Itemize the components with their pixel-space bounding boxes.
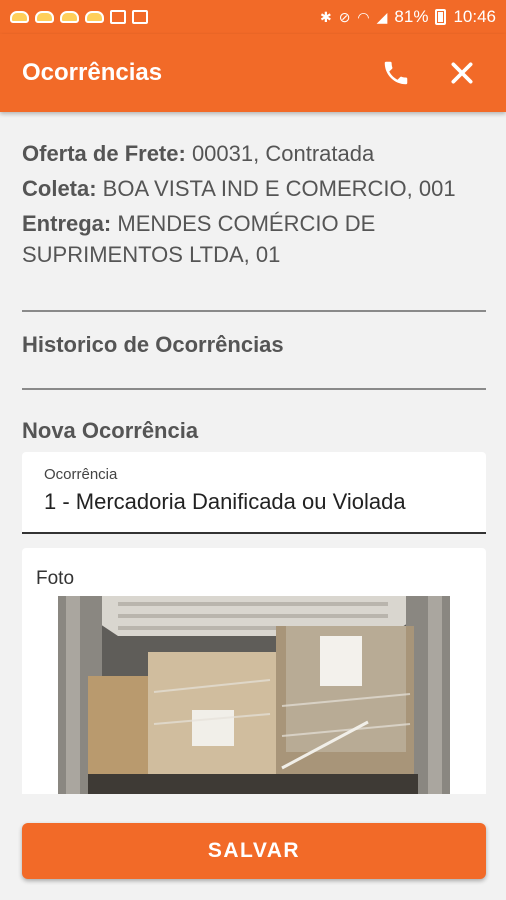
notification-icon — [85, 11, 104, 23]
page-title: Ocorrências — [22, 59, 163, 86]
cargo-photo-image — [58, 596, 450, 794]
new-occurrence-title: Nova Ocorrência — [22, 418, 199, 443]
close-icon — [451, 62, 473, 84]
bluetooth-icon: ✱ — [319, 8, 332, 25]
vibrate-icon: ⊘ — [338, 8, 351, 25]
image-icon — [110, 10, 126, 24]
divider — [22, 310, 486, 312]
offer-label: Oferta de Frete: — [22, 141, 186, 166]
occurrence-select[interactable]: Ocorrência 1 - Mercadoria Danificada ou … — [22, 452, 486, 534]
divider — [22, 388, 486, 390]
pickup-value: BOA VISTA IND E COMERCIO, 001 — [96, 176, 456, 201]
mail-icon — [132, 10, 148, 24]
delivery-line: Entrega: MENDES COMÉRCIO DE SUPRIMENTOS … — [22, 208, 486, 270]
call-button[interactable] — [374, 51, 418, 95]
battery-level: 81% — [394, 7, 429, 26]
occurrence-value[interactable]: 1 - Mercadoria Danificada ou Violada — [44, 489, 464, 515]
pickup-label: Coleta: — [22, 176, 97, 201]
notification-icons — [10, 10, 148, 24]
close-button[interactable] — [440, 51, 484, 95]
notification-icon — [35, 11, 54, 23]
battery-icon — [435, 9, 447, 25]
clock: 10:46 — [453, 7, 496, 26]
pickup-line: Coleta: BOA VISTA IND E COMERCIO, 001 — [22, 173, 486, 204]
wifi-icon: ◠ — [357, 8, 370, 25]
signal-icon: ◢ — [376, 8, 388, 25]
delivery-label: Entrega: — [22, 211, 112, 236]
occurrence-label: Ocorrência — [44, 466, 118, 483]
cargo-photo[interactable] — [58, 596, 450, 794]
photo-label: Foto — [36, 568, 75, 589]
notification-icon — [10, 11, 29, 23]
offer-value: 00031, Contratada — [185, 141, 375, 166]
save-button[interactable]: SALVAR — [22, 823, 486, 879]
status-bar: ✱ ⊘ ◠ ◢ 81% 10:46 — [0, 0, 506, 34]
phone-icon — [384, 61, 408, 85]
freight-info: Oferta de Frete: 00031, Contratada Colet… — [22, 138, 486, 274]
notification-icon — [60, 11, 79, 23]
photo-card: Foto — [22, 548, 486, 794]
history-title[interactable]: Historico de Ocorrências — [22, 332, 284, 358]
app-bar: Ocorrências — [0, 34, 506, 112]
offer-line: Oferta de Frete: 00031, Contratada — [22, 138, 486, 169]
